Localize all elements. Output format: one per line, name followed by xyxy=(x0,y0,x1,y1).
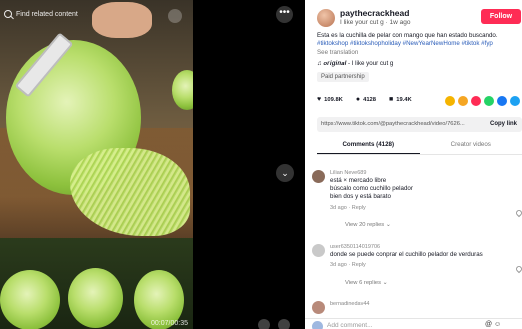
bookmark-icon[interactable]: ■ xyxy=(389,96,393,103)
share-button-4[interactable] xyxy=(484,96,494,106)
comment-avatar[interactable] xyxy=(312,170,325,183)
hand xyxy=(92,2,152,38)
description-text: Esta es la cuchilla de pelar con mango q… xyxy=(317,32,498,39)
next-video-button[interactable]: ⌄ xyxy=(276,164,294,182)
search-bar[interactable]: Find related content xyxy=(4,10,78,18)
follow-button[interactable]: Follow xyxy=(481,9,521,24)
pip-button[interactable] xyxy=(258,319,270,329)
copy-link-button[interactable]: Copy link xyxy=(490,117,517,132)
comment-body: user6350114019706 donde se puede conprar… xyxy=(330,244,520,269)
share-button-3[interactable] xyxy=(471,96,481,106)
reply-link[interactable]: Reply xyxy=(352,262,366,268)
zoom-button[interactable] xyxy=(168,9,182,23)
details-panel: paythecrackhead I like your cut g · 1w a… xyxy=(305,0,522,329)
video-description: Esta es la cuchilla de pelar con mango q… xyxy=(317,32,515,49)
author-handle[interactable]: paythecrackhead xyxy=(340,8,410,18)
more-icon: ••• xyxy=(279,7,290,18)
tab-comments[interactable]: Comments (4128) xyxy=(317,139,420,154)
comment-like-icon[interactable] xyxy=(514,264,522,274)
author-subline: I like your cut g · 1w ago xyxy=(340,19,411,26)
search-icon xyxy=(4,10,12,18)
tab-creator-videos[interactable]: Creator videos xyxy=(420,139,522,154)
comment-text: está × mercado libre búscalo como cuchil… xyxy=(330,177,413,201)
tab-bar: Comments (4128) Creator videos xyxy=(317,139,522,155)
cabbage-thumb-2 xyxy=(68,268,123,328)
comment-user[interactable]: user6350114019706 xyxy=(330,244,520,251)
comment-text: donde se puede conprar el cuchillo pelad… xyxy=(330,251,483,258)
see-translation-link[interactable]: See translation xyxy=(317,49,358,56)
video-area: Find related content 00:07/00:35 ••• ⌄ xyxy=(0,0,305,329)
comment-user[interactable]: Lilian Neve689 xyxy=(330,170,520,177)
author-avatar[interactable] xyxy=(317,9,335,27)
share-button-1[interactable] xyxy=(445,96,455,106)
music-text: ♫ 𝒐𝒓𝒊𝒈𝒊𝒏𝒂𝒍 - I like your cut g xyxy=(317,60,394,67)
video-player[interactable]: Find related content 00:07/00:35 xyxy=(0,0,193,329)
share-button-2[interactable] xyxy=(458,96,468,106)
search-placeholder: Find related content xyxy=(16,10,78,18)
comment-body: Lilian Neve689 está × mercado libre búsc… xyxy=(330,170,520,212)
comment-like-icon[interactable] xyxy=(514,208,522,218)
comment-body: bernadinedav44 xyxy=(330,301,520,308)
tiktok-video-page: Find related content 00:07/00:35 ••• ⌄ p… xyxy=(0,0,522,329)
comment-meta: 3d ago · Reply xyxy=(330,204,366,211)
view-replies-link[interactable]: View 6 replies ⌄ xyxy=(345,280,387,286)
comment-user[interactable]: bernadinedav44 xyxy=(330,301,520,308)
my-avatar xyxy=(312,321,323,329)
comment-avatar[interactable] xyxy=(312,301,325,314)
chevron-down-icon: ⌄ xyxy=(281,168,289,178)
comment-avatar[interactable] xyxy=(312,244,325,257)
paid-partnership-badge: Paid partnership xyxy=(317,72,369,82)
comment-icon[interactable]: ● xyxy=(356,96,360,103)
reply-link[interactable]: Reply xyxy=(352,205,366,211)
music-link[interactable]: ♫ 𝒐𝒓𝒊𝒈𝒊𝒏𝒂𝒍 - I like your cut g xyxy=(317,60,393,68)
like-count: 109.8K xyxy=(324,96,343,103)
more-options-button[interactable]: ••• xyxy=(276,6,293,23)
hashtags[interactable]: #tiktokshop #tiktokshopholiday #NewYearN… xyxy=(317,40,493,47)
cabbage-thumb-1 xyxy=(0,270,60,329)
heart-icon[interactable]: ♥ xyxy=(317,96,321,103)
comment-meta: 3d ago · Reply xyxy=(330,262,366,269)
save-count: 19.4K xyxy=(396,96,412,103)
share-button-5[interactable] xyxy=(497,96,507,106)
cabbage-side xyxy=(172,70,193,110)
share-buttons xyxy=(445,96,520,106)
comment-count: 4128 xyxy=(363,96,376,103)
share-button-6[interactable] xyxy=(510,96,520,106)
video-time: 00:07/00:35 xyxy=(151,320,188,327)
mention-emoji-icons[interactable]: @ ☺ xyxy=(485,321,501,328)
volume-button[interactable] xyxy=(278,319,290,329)
comment-input-bar: Add comment... @ ☺ xyxy=(305,318,522,329)
view-replies-link[interactable]: View 20 replies ⌄ xyxy=(345,222,391,228)
author-info: paythecrackhead I like your cut g · 1w a… xyxy=(317,8,410,27)
comment-time: 3d ago xyxy=(330,204,347,211)
comment-input[interactable]: Add comment... xyxy=(327,322,373,329)
comment-time: 3d ago xyxy=(330,262,347,269)
action-bar: ♥ 109.8K ● 4128 ■ 19.4K xyxy=(317,96,422,103)
